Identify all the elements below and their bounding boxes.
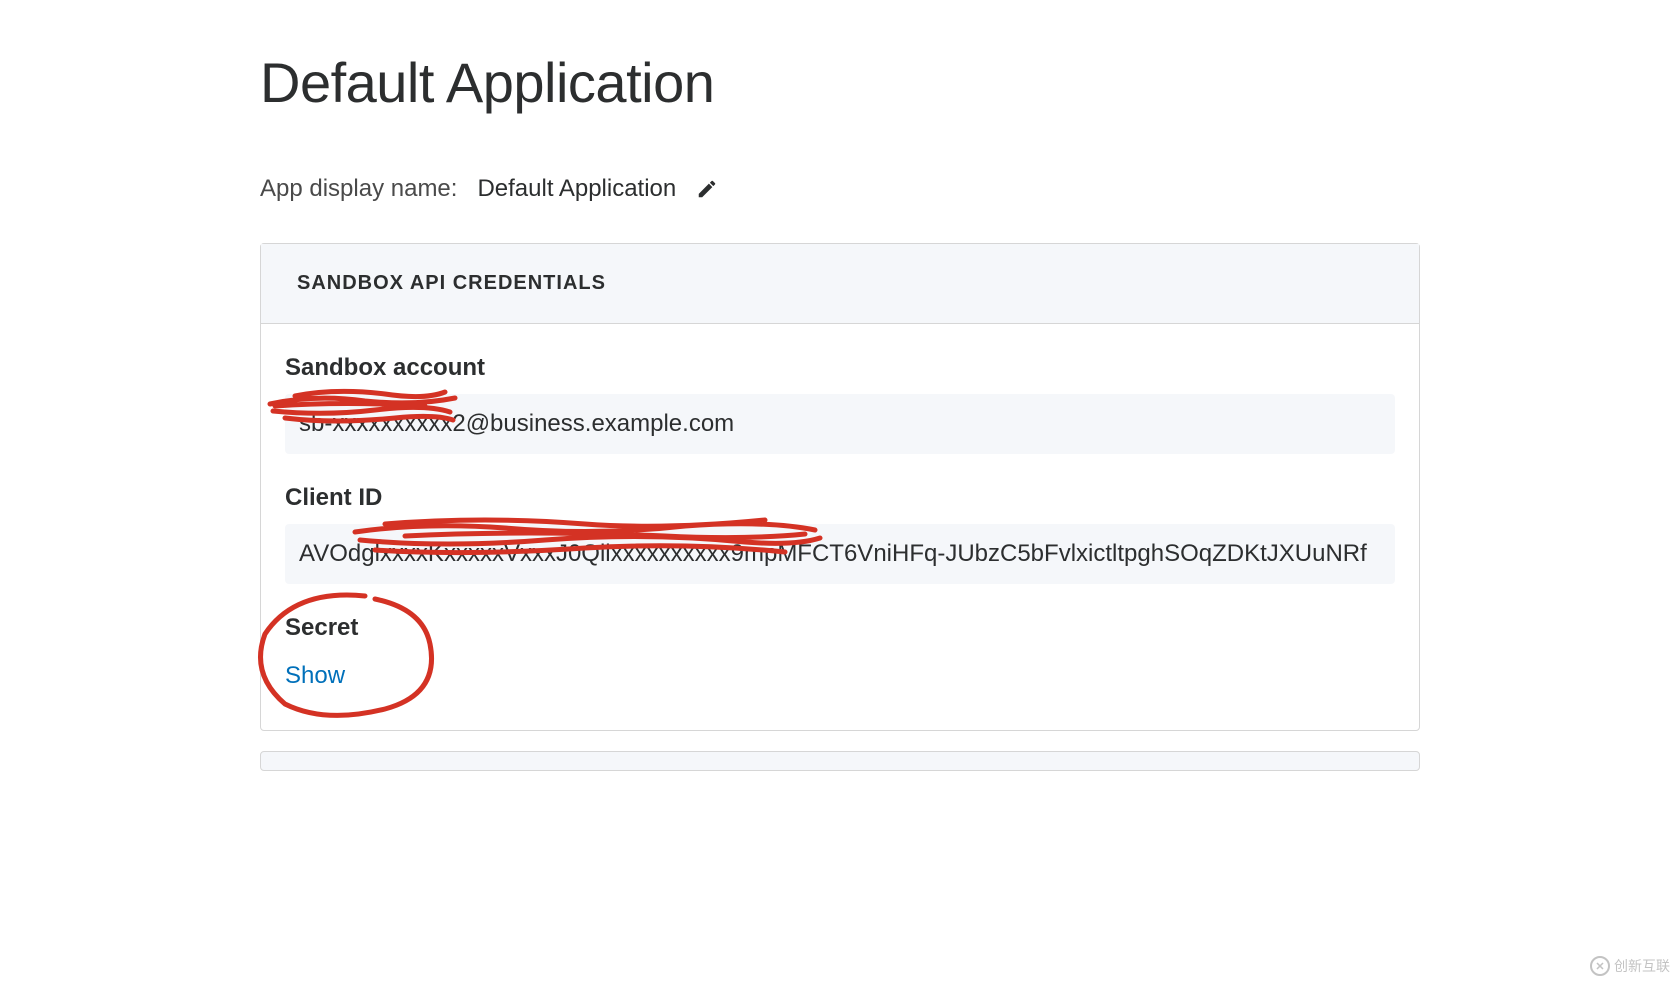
next-card-peek <box>260 751 1420 771</box>
redaction-annotation <box>265 376 465 436</box>
circle-annotation <box>245 584 465 724</box>
sandbox-account-field: Sandbox account sb-xxxxxxxxxx2@business.… <box>285 354 1395 454</box>
client-id-value: AVOdglxxxxKxxxxxVxxxJ0Qllxxxxxxxxxx9mpMF… <box>285 524 1395 584</box>
client-id-label: Client ID <box>285 484 1395 512</box>
page-title: Default Application <box>260 50 1420 115</box>
display-name-value: Default Application <box>477 175 676 203</box>
secret-field: Secret Show <box>285 614 1395 690</box>
watermark-icon: ✕ <box>1590 956 1610 976</box>
secret-label: Secret <box>285 614 1395 642</box>
redaction-annotation <box>345 506 825 566</box>
app-display-name-row: App display name: Default Application <box>260 175 1420 203</box>
watermark-text: 创新互联 <box>1614 956 1670 976</box>
credentials-card-body: Sandbox account sb-xxxxxxxxxx2@business.… <box>261 324 1419 730</box>
client-id-field: Client ID AVOdglxxxxKxxxxxVxxxJ0Qllxxxxx… <box>285 484 1395 584</box>
credentials-card-header: SANDBOX API CREDENTIALS <box>261 244 1419 324</box>
sandbox-account-value: sb-xxxxxxxxxx2@business.example.com <box>285 394 1395 454</box>
credentials-card: SANDBOX API CREDENTIALS Sandbox account … <box>260 243 1420 731</box>
edit-icon[interactable] <box>696 178 718 200</box>
display-name-label: App display name: <box>260 175 457 203</box>
secret-show-link[interactable]: Show <box>285 662 345 690</box>
sandbox-account-label: Sandbox account <box>285 354 1395 382</box>
watermark: ✕ 创新互联 <box>1590 956 1670 976</box>
